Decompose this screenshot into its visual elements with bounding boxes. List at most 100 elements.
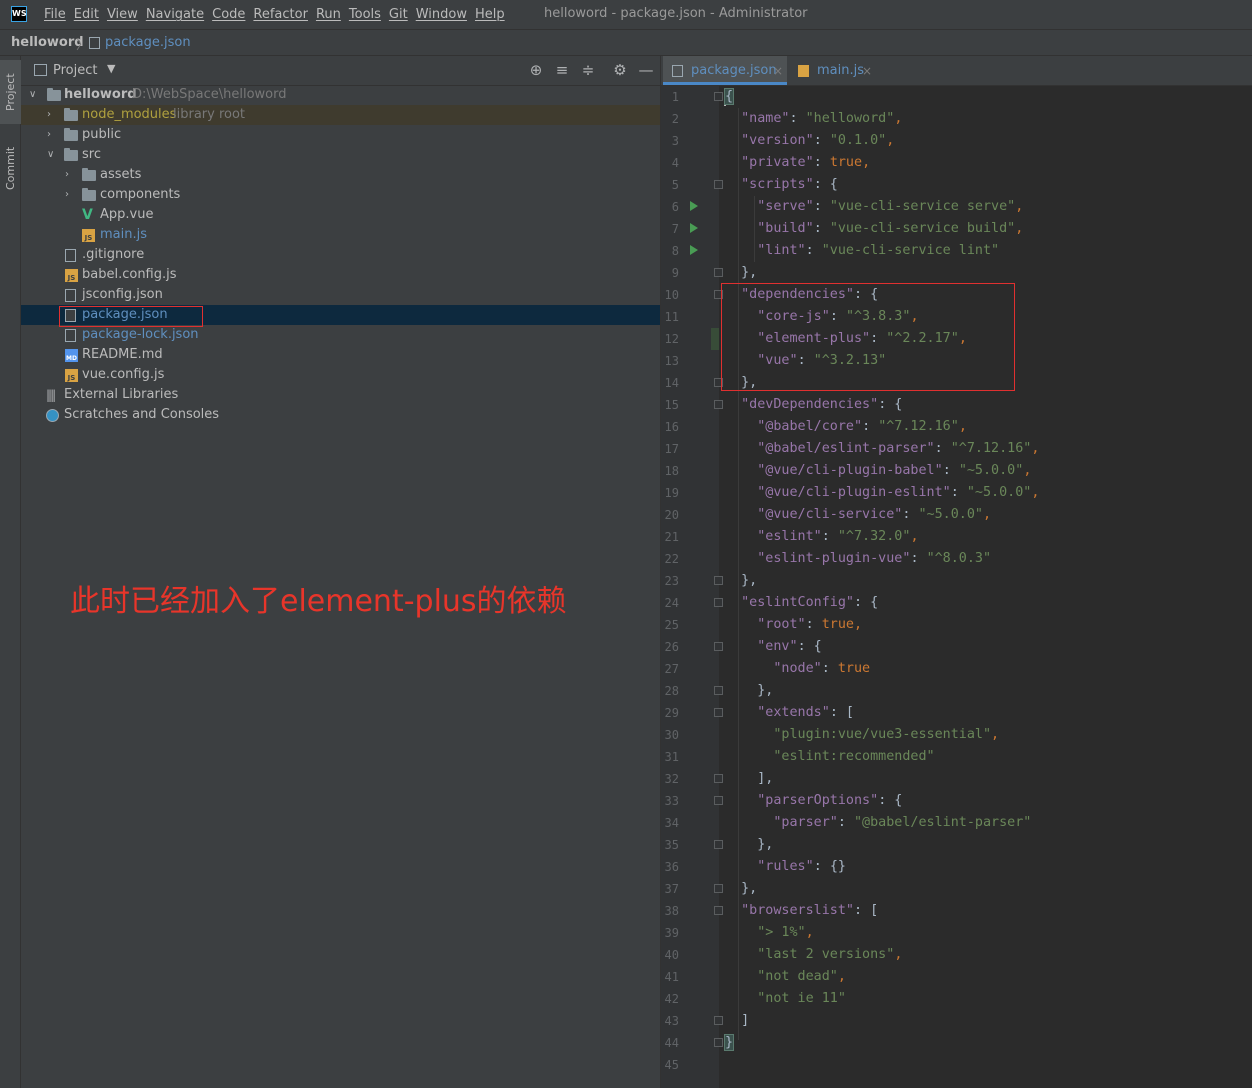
json-string: "last 2 versions" [757,947,895,962]
chevron-right-icon[interactable]: › [65,165,69,185]
chevron-down-icon[interactable]: ▼ [107,62,115,75]
code-line-19: "@vue/cli-plugin-eslint": "~5.0.0", [757,485,1040,500]
tree-row-node-modules[interactable]: › node_modules library root [21,105,660,125]
line-number: 36 [664,860,679,874]
fold-marker-icon[interactable] [714,708,723,717]
tree-label: helloword [64,87,137,102]
navigation-bar: helloword 〉 package.json [0,29,1252,56]
fold-marker-icon[interactable] [714,268,723,277]
fold-marker-icon[interactable] [714,884,723,893]
tab-main-js[interactable]: main.js × [789,56,879,85]
menu-file[interactable]: File [44,7,66,22]
fold-marker-icon[interactable] [714,400,723,409]
minimize-icon[interactable]: — [637,61,655,79]
project-tool-button[interactable]: Project [0,60,21,124]
commit-tool-button[interactable]: Commit [0,136,21,200]
run-script-icon[interactable] [690,245,698,255]
run-script-icon[interactable] [690,201,698,211]
tree-row-gitignore[interactable]: .gitignore [21,245,660,265]
menu-navigate[interactable]: Navigate [146,7,204,22]
tree-row-vue-config[interactable]: JS vue.config.js [21,365,660,385]
menu-code[interactable]: Code [212,7,245,22]
menu-refactor[interactable]: Refactor [253,7,308,22]
tree-row-readme[interactable]: MD README.md [21,345,660,365]
fold-marker-icon[interactable] [714,840,723,849]
json-key: "browserslist" [741,903,854,918]
code-line-1: { [723,86,735,108]
line-number: 20 [664,508,679,522]
line-number: 18 [664,464,679,478]
json-string: "^7.32.0" [837,529,911,544]
json-key: "version" [741,133,814,148]
expand-all-icon[interactable]: ≡ [553,61,571,79]
json-string: "vue-cli-service serve" [829,199,1016,214]
line-number: 14 [664,376,679,390]
tree-row-scratches[interactable]: Scratches and Consoles [21,405,660,425]
change-marker[interactable] [711,328,719,350]
fold-marker-icon[interactable] [714,906,723,915]
tree-row-babel-config[interactable]: JS babel.config.js [21,265,660,285]
line-number: 8 [671,244,679,258]
tree-row-main-js[interactable]: JS main.js [21,225,660,245]
code-line-27: "node": true [773,661,871,676]
line-number: 9 [671,266,679,280]
fold-marker-icon[interactable] [714,180,723,189]
menu-help[interactable]: Help [475,7,505,22]
line-number: 29 [664,706,679,720]
close-icon[interactable]: × [773,56,783,86]
menu-tools[interactable]: Tools [349,7,381,22]
menu-view[interactable]: View [107,7,138,22]
fold-marker-icon[interactable] [714,598,723,607]
tree-row-public[interactable]: › public [21,125,660,145]
close-icon[interactable]: × [862,56,872,86]
fold-marker-icon[interactable] [714,686,723,695]
tree-row-assets[interactable]: › assets [21,165,660,185]
chevron-right-icon[interactable]: › [47,125,51,145]
tab-label: main.js [817,63,864,78]
code-line-41: "not dead", [757,969,846,984]
run-script-icon[interactable] [690,223,698,233]
tree-row-app-vue[interactable]: V App.vue [21,205,660,225]
fold-marker-icon[interactable] [714,642,723,651]
chevron-down-icon[interactable]: ∨ [47,145,54,165]
tree-row-root[interactable]: ∨ helloword D:\WebSpace\helloword [21,85,660,105]
menu-run[interactable]: Run [316,7,341,22]
chevron-right-icon[interactable]: › [65,185,69,205]
project-panel-title[interactable]: Project [53,63,97,78]
chevron-down-icon[interactable]: ∨ [29,85,36,105]
json-key: "eslintConfig" [741,595,854,610]
json-key: "private" [741,155,814,170]
line-number: 1 [671,90,679,104]
code-line-8: "lint": "vue-cli-service lint" [757,243,1000,258]
locate-icon[interactable]: ⊕ [527,61,545,79]
tree-row-src[interactable]: ∨ src [21,145,660,165]
chevron-right-icon[interactable]: › [47,105,51,125]
tree-row-jsconfig[interactable]: jsconfig.json [21,285,660,305]
json-string: "vue-cli-service build" [829,221,1016,236]
tree-row-package-lock[interactable]: package-lock.json [21,325,660,345]
json-key: "build" [757,221,814,236]
json-string: "^7.12.16" [950,441,1032,456]
breadcrumb-project[interactable]: helloword [11,35,84,50]
code-line-21: "eslint": "^7.32.0", [757,529,919,544]
line-number: 34 [664,816,679,830]
code-line-9: }, [725,265,758,280]
fold-marker-icon[interactable] [714,576,723,585]
folder-icon [64,148,78,161]
fold-marker-icon[interactable] [714,92,723,101]
menu-git[interactable]: Git [389,7,408,22]
tab-package-json[interactable]: package.json × [663,56,787,85]
menu-window[interactable]: Window [416,7,467,22]
fold-marker-icon[interactable] [714,1016,723,1025]
collapse-all-icon[interactable]: ≑ [579,61,597,79]
code-line-4: "private": true, [741,155,871,170]
breadcrumb-file[interactable]: package.json [105,35,191,50]
fold-marker-icon[interactable] [714,796,723,805]
fold-marker-icon[interactable] [714,774,723,783]
tree-row-external-libraries[interactable]: |||| External Libraries [21,385,660,405]
gear-icon[interactable]: ⚙ [611,61,629,79]
fold-marker-icon[interactable] [714,1038,723,1047]
menu-edit[interactable]: Edit [74,7,99,22]
line-number: 6 [671,200,679,214]
tree-row-components[interactable]: › components [21,185,660,205]
